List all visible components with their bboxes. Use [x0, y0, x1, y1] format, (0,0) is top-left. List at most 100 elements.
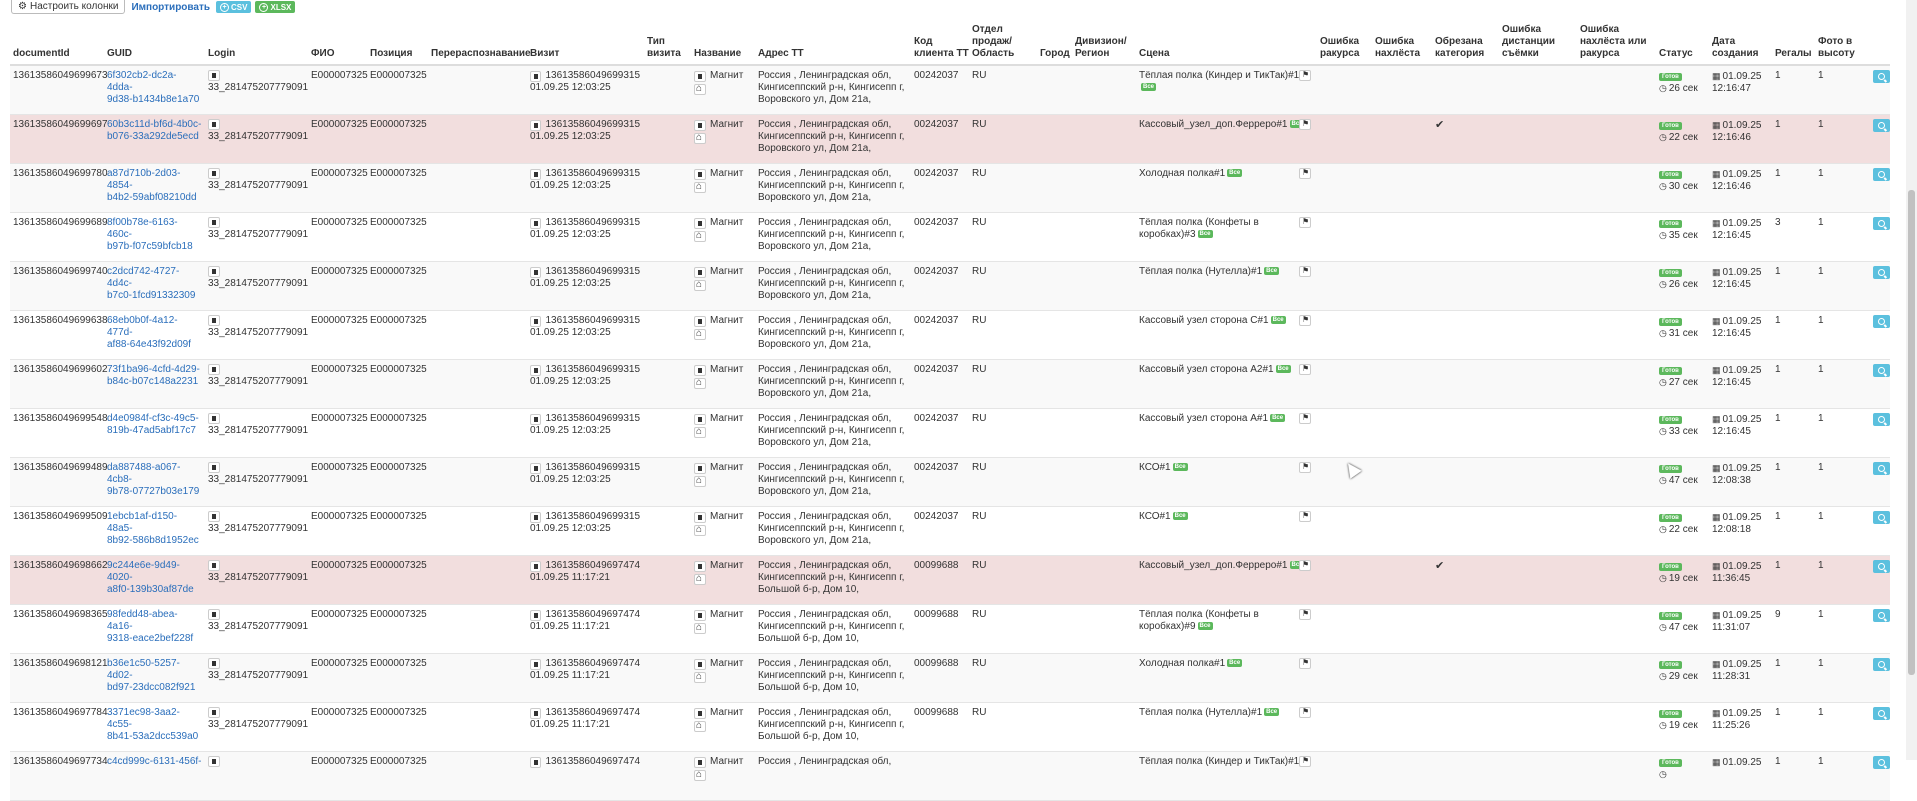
document-icon[interactable]	[208, 217, 220, 228]
document-icon[interactable]	[694, 364, 706, 376]
view-details-button[interactable]	[1873, 364, 1890, 377]
column-header[interactable]: Ошибка ракурса	[1320, 36, 1372, 60]
home-icon[interactable]	[694, 328, 706, 340]
document-icon[interactable]	[530, 70, 542, 82]
document-icon[interactable]	[208, 364, 220, 375]
home-icon[interactable]	[694, 230, 706, 242]
guid-link[interactable]: 98fedd48-abea-4a16- 9318-eace2bef228f	[107, 609, 202, 645]
column-header[interactable]: Название	[694, 48, 754, 60]
document-icon[interactable]	[208, 119, 220, 130]
flag-icon[interactable]	[1299, 608, 1311, 620]
home-icon[interactable]	[694, 426, 706, 438]
document-icon[interactable]	[208, 266, 220, 277]
document-icon[interactable]	[530, 756, 542, 768]
flag-icon[interactable]	[1299, 412, 1311, 424]
document-icon[interactable]	[530, 462, 542, 474]
home-icon[interactable]	[694, 475, 706, 487]
flag-icon[interactable]	[1299, 69, 1311, 81]
home-icon[interactable]	[694, 720, 706, 732]
column-header[interactable]: Тип визита	[647, 36, 692, 60]
column-header[interactable]: Город	[1040, 48, 1072, 60]
document-icon[interactable]	[694, 315, 706, 327]
document-icon[interactable]	[530, 511, 542, 523]
column-header[interactable]: Регалы	[1775, 48, 1815, 60]
cell-guid[interactable]: 98fedd48-abea-4a16- 9318-eace2bef228f	[107, 609, 202, 645]
guid-link[interactable]: b36e1c50-5257-4d02- bd97-23dcc082f921	[107, 658, 202, 694]
flag-icon[interactable]	[1299, 657, 1311, 669]
document-icon[interactable]	[694, 413, 706, 425]
flag-icon[interactable]	[1299, 755, 1311, 767]
document-icon[interactable]	[530, 364, 542, 376]
column-header[interactable]: ФИО	[311, 48, 366, 60]
guid-link[interactable]: a87d710b-2d03-4854- b4b2-59abf08210dd	[107, 168, 202, 204]
flag-icon[interactable]	[1299, 706, 1311, 718]
document-icon[interactable]	[694, 609, 706, 621]
flag-icon[interactable]	[1299, 363, 1311, 375]
guid-link[interactable]: 68eb0b0f-4a12-477d-af88-64e43f92d09f	[107, 315, 202, 351]
column-header[interactable]: documentId	[13, 48, 103, 60]
home-icon[interactable]	[694, 769, 706, 781]
document-icon[interactable]	[530, 707, 542, 719]
document-icon[interactable]	[208, 756, 220, 767]
column-header[interactable]: Login	[208, 48, 303, 60]
flag-icon[interactable]	[1299, 167, 1311, 179]
guid-link[interactable]: c2dcd742-4727-4d4c-b7c0-1fcd91332309	[107, 266, 202, 302]
guid-link[interactable]: d4e0984f-cf3c-49c5- 819b-47ad5abf17c7	[107, 413, 202, 437]
column-header[interactable]: Обрезана категория	[1435, 36, 1497, 60]
home-icon[interactable]	[694, 671, 706, 683]
home-icon[interactable]	[694, 181, 706, 193]
home-icon[interactable]	[694, 83, 706, 95]
flag-icon[interactable]	[1299, 314, 1311, 326]
view-details-button[interactable]	[1873, 658, 1890, 671]
document-icon[interactable]	[530, 266, 542, 278]
column-header[interactable]: Отдел продаж/ Область	[972, 24, 1037, 60]
cell-guid[interactable]: 6f302cb2-dc2a-4dda- 9d38-b1434b8e1a70	[107, 70, 202, 106]
document-icon[interactable]	[208, 413, 220, 424]
column-header[interactable]: Дивизион/ Регион	[1075, 36, 1135, 60]
cell-guid[interactable]: 8f00b78e-6163-460c-b97b-f07c59bfcb18	[107, 217, 202, 253]
home-icon[interactable]	[694, 524, 706, 536]
home-icon[interactable]	[694, 132, 706, 144]
document-icon[interactable]	[208, 315, 220, 326]
flag-icon[interactable]	[1299, 216, 1311, 228]
document-icon[interactable]	[694, 511, 706, 523]
document-icon[interactable]	[208, 609, 220, 620]
cell-guid[interactable]: c2dcd742-4727-4d4c-b7c0-1fcd91332309	[107, 266, 202, 302]
document-icon[interactable]	[208, 511, 220, 522]
view-details-button[interactable]	[1873, 217, 1890, 230]
document-icon[interactable]	[530, 413, 542, 425]
document-icon[interactable]	[208, 707, 220, 718]
document-icon[interactable]	[530, 315, 542, 327]
document-icon[interactable]	[530, 609, 542, 621]
guid-link[interactable]: 1ebcb1af-d150-48a5- 8b92-586b8d1952ec	[107, 511, 202, 547]
cell-guid[interactable]: 60b3c11d-bf6d-4b0c-b076-33a292de5ecd	[107, 119, 202, 143]
column-header[interactable]: Дата создания	[1712, 36, 1772, 60]
view-details-button[interactable]	[1873, 70, 1890, 83]
document-icon[interactable]	[530, 217, 542, 229]
document-icon[interactable]	[694, 70, 706, 82]
document-icon[interactable]	[530, 168, 542, 180]
flag-icon[interactable]	[1299, 559, 1311, 571]
cell-guid[interactable]: a87d710b-2d03-4854- b4b2-59abf08210dd	[107, 168, 202, 204]
document-icon[interactable]	[530, 658, 542, 670]
column-header[interactable]: Визит	[530, 48, 640, 60]
document-icon[interactable]	[208, 462, 220, 473]
document-icon[interactable]	[694, 560, 706, 572]
document-icon[interactable]	[694, 462, 706, 474]
column-header[interactable]: GUID	[107, 48, 202, 60]
cell-guid[interactable]: da887488-a067-4cb8- 9b78-07727b03e179	[107, 462, 202, 498]
column-header[interactable]: Перераспознавание	[431, 48, 531, 60]
view-details-button[interactable]	[1873, 560, 1890, 573]
view-details-button[interactable]	[1873, 413, 1890, 426]
document-icon[interactable]	[694, 266, 706, 278]
document-icon[interactable]	[694, 217, 706, 229]
column-header[interactable]: Код клиента ТТ	[914, 36, 969, 60]
column-header[interactable]: Фото в высоту	[1818, 36, 1860, 60]
home-icon[interactable]	[694, 279, 706, 291]
configure-columns-button[interactable]: ⚙ Настроить колонки	[11, 0, 126, 14]
document-icon[interactable]	[530, 119, 542, 131]
view-details-button[interactable]	[1873, 609, 1890, 622]
cell-guid[interactable]: 3371ec98-3aa2-4c55- 8b41-53a2dcc539a0	[107, 707, 202, 743]
flag-icon[interactable]	[1299, 118, 1311, 130]
document-icon[interactable]	[694, 658, 706, 670]
